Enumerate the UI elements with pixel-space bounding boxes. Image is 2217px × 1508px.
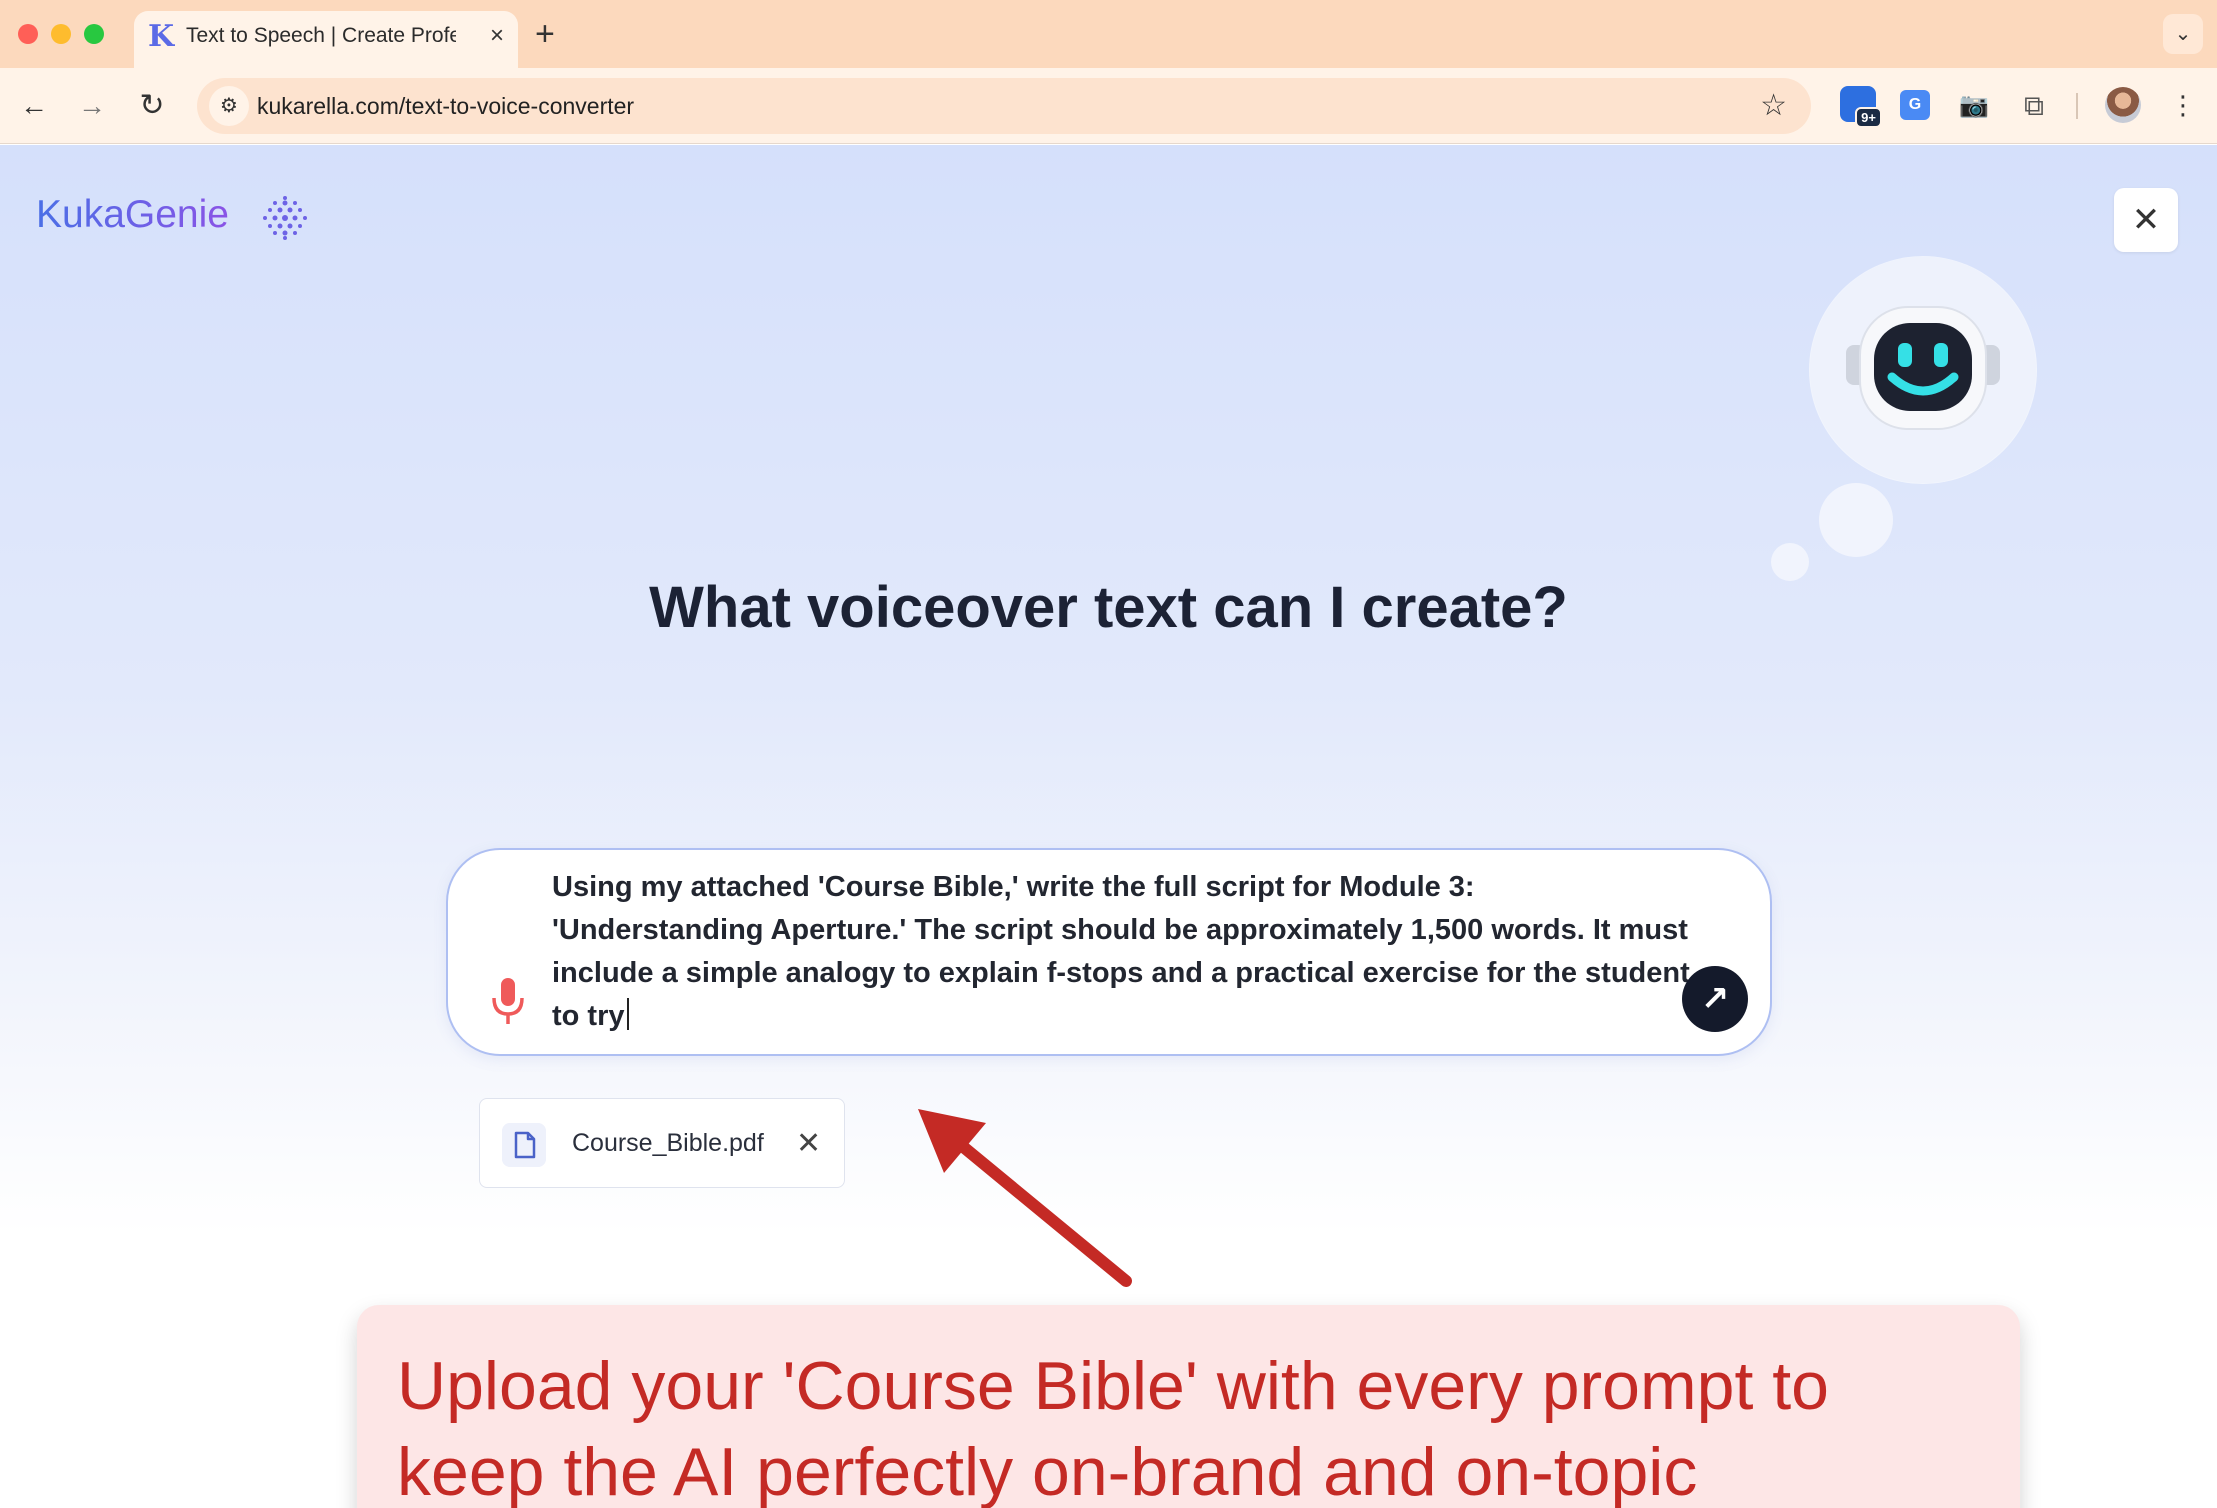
extension-badge-icon[interactable]: 9+ (1840, 86, 1882, 128)
close-window-button[interactable] (18, 24, 38, 44)
remove-attachment-button[interactable]: ✕ (796, 1127, 821, 1161)
attachment-file-name: Course_Bible.pdf (572, 1129, 764, 1157)
site-settings-icon[interactable]: ⚙ (209, 86, 249, 126)
page-title: What voiceover text can I create? (649, 575, 1568, 640)
kukarella-favicon-icon: K (148, 19, 175, 54)
maximize-window-button[interactable] (84, 24, 104, 44)
back-arrow-icon[interactable]: ← (14, 86, 54, 126)
tab-close-button[interactable]: × (490, 21, 504, 51)
prompt-value: Using my attached 'Course Bible,' write … (552, 871, 1690, 1032)
url-text[interactable]: kukarella.com/text-to-voice-converter (257, 91, 634, 121)
minimize-window-button[interactable] (51, 24, 71, 44)
prompt-textarea[interactable]: Using my attached 'Course Bible,' write … (552, 866, 1692, 1038)
browser-menu-icon[interactable]: ⋮ (2170, 87, 2196, 123)
bookmark-star-icon[interactable]: ☆ (1760, 88, 1787, 124)
annotation-arrow (918, 1109, 1132, 1287)
puzzle-extensions-icon[interactable]: ⧉ (2014, 86, 2054, 126)
browser-toolbar: ← → ↻ ⚙ kukarella.com/text-to-voice-conv… (0, 68, 2217, 144)
extension-badge-count: 9+ (1855, 107, 1882, 128)
new-tab-button[interactable]: + (535, 15, 555, 53)
reload-icon[interactable]: ↻ (132, 86, 172, 126)
robot-mascot-icon (1846, 306, 2000, 430)
browser-tab-bar: K Text to Speech | Create Professional ×… (0, 0, 2217, 68)
sparkle-dots-icon (263, 196, 307, 240)
translate-extension-icon[interactable]: G (1900, 90, 1930, 120)
text-caret (626, 998, 629, 1030)
tab-search-chevron-down-icon[interactable]: ⌄ (2163, 14, 2203, 54)
camera-extension-icon[interactable]: 📷 (1954, 86, 1994, 126)
tab-title: Text to Speech | Create Professional (186, 24, 456, 47)
microphone-icon[interactable] (488, 976, 528, 1028)
kukagenie-page: KukaGenie ✕ What voiceover text can I cr… (0, 145, 2217, 1508)
close-button[interactable]: ✕ (2114, 188, 2178, 252)
forward-arrow-icon[interactable]: → (72, 86, 112, 126)
toolbar-divider (2076, 93, 2078, 119)
send-button[interactable]: ↗ (1682, 966, 1748, 1032)
thought-bubble-dot (1819, 483, 1893, 557)
browser-tab-active[interactable]: K Text to Speech | Create Professional × (134, 11, 518, 68)
kukagenie-logo-text: KukaGenie (36, 193, 229, 236)
prompt-input[interactable]: Using my attached 'Course Bible,' write … (446, 848, 1772, 1056)
document-icon (502, 1123, 546, 1167)
annotation-callout: Upload your 'Course Bible' with every pr… (357, 1305, 2020, 1508)
annotation-callout-text: Upload your 'Course Bible' with every pr… (397, 1348, 1829, 1508)
address-bar[interactable]: ⚙ kukarella.com/text-to-voice-converter … (197, 78, 1811, 134)
attachment-chip: Course_Bible.pdf ✕ (479, 1098, 845, 1188)
profile-avatar[interactable] (2105, 87, 2141, 123)
